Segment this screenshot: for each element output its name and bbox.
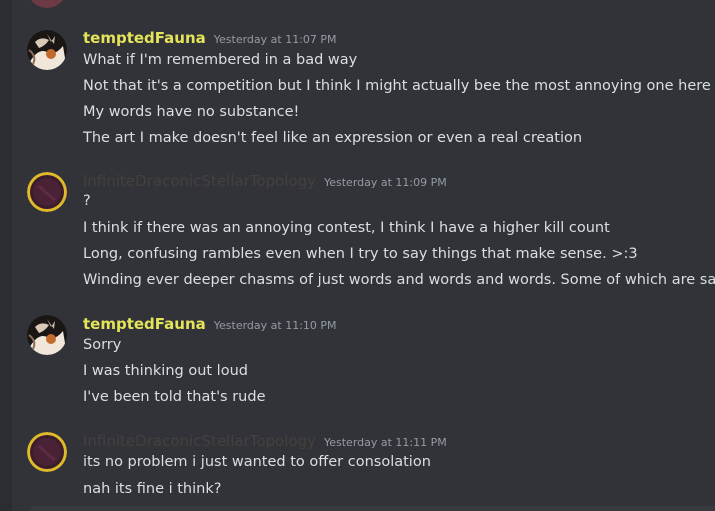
message-text: Not that it's a competition but I think … xyxy=(83,78,711,94)
message-text: My words have no substance! xyxy=(83,104,300,120)
avatar[interactable] xyxy=(27,30,67,70)
avatar[interactable] xyxy=(27,172,67,212)
message-group: temptedFauna Yesterday at 11:10 PM Sorry… xyxy=(12,314,715,414)
message-text: I think if there was an annoying contest… xyxy=(83,220,610,236)
previous-message-fragment xyxy=(12,0,715,8)
username[interactable]: InfiniteDraconicStellarTopology xyxy=(83,431,316,451)
timestamp: Yesterday at 11:07 PM xyxy=(213,33,337,46)
username[interactable]: temptedFauna xyxy=(83,314,206,334)
message-text: Winding ever deeper chasms of just words… xyxy=(83,272,715,288)
message-text: The art I make doesn't feel like an expr… xyxy=(83,130,583,146)
message-group: temptedFauna Yesterday at 11:07 PM What … xyxy=(12,28,715,158)
left-sidebar-strip xyxy=(0,0,12,511)
timestamp: Yesterday at 11:11 PM xyxy=(323,436,447,449)
timestamp: Yesterday at 11:10 PM xyxy=(213,319,337,332)
message-text: I was thinking out loud xyxy=(83,363,248,379)
message-group: InfiniteDraconicStellarTopology Yesterda… xyxy=(12,431,715,506)
message-text: Sorry xyxy=(83,337,122,353)
username[interactable]: temptedFauna xyxy=(83,28,206,48)
message-text: Long, confusing rambles even when I try … xyxy=(83,246,638,262)
message-text: its no problem i just wanted to offer co… xyxy=(83,454,431,470)
message-input-edge[interactable] xyxy=(30,506,715,511)
chat-messages: temptedFauna Yesterday at 11:07 PM What … xyxy=(12,0,715,511)
message-text: What if I'm remembered in a bad way xyxy=(83,52,358,68)
timestamp: Yesterday at 11:09 PM xyxy=(323,176,447,189)
message-text: nah its fine i think? xyxy=(83,481,222,497)
avatar[interactable] xyxy=(27,0,67,8)
message-group: InfiniteDraconicStellarTopology Yesterda… xyxy=(12,171,715,301)
avatar[interactable] xyxy=(27,315,67,355)
message-text: ? xyxy=(83,193,91,209)
message-text: I've been told that's rude xyxy=(83,389,266,405)
avatar[interactable] xyxy=(27,432,67,472)
username[interactable]: InfiniteDraconicStellarTopology xyxy=(83,171,316,191)
